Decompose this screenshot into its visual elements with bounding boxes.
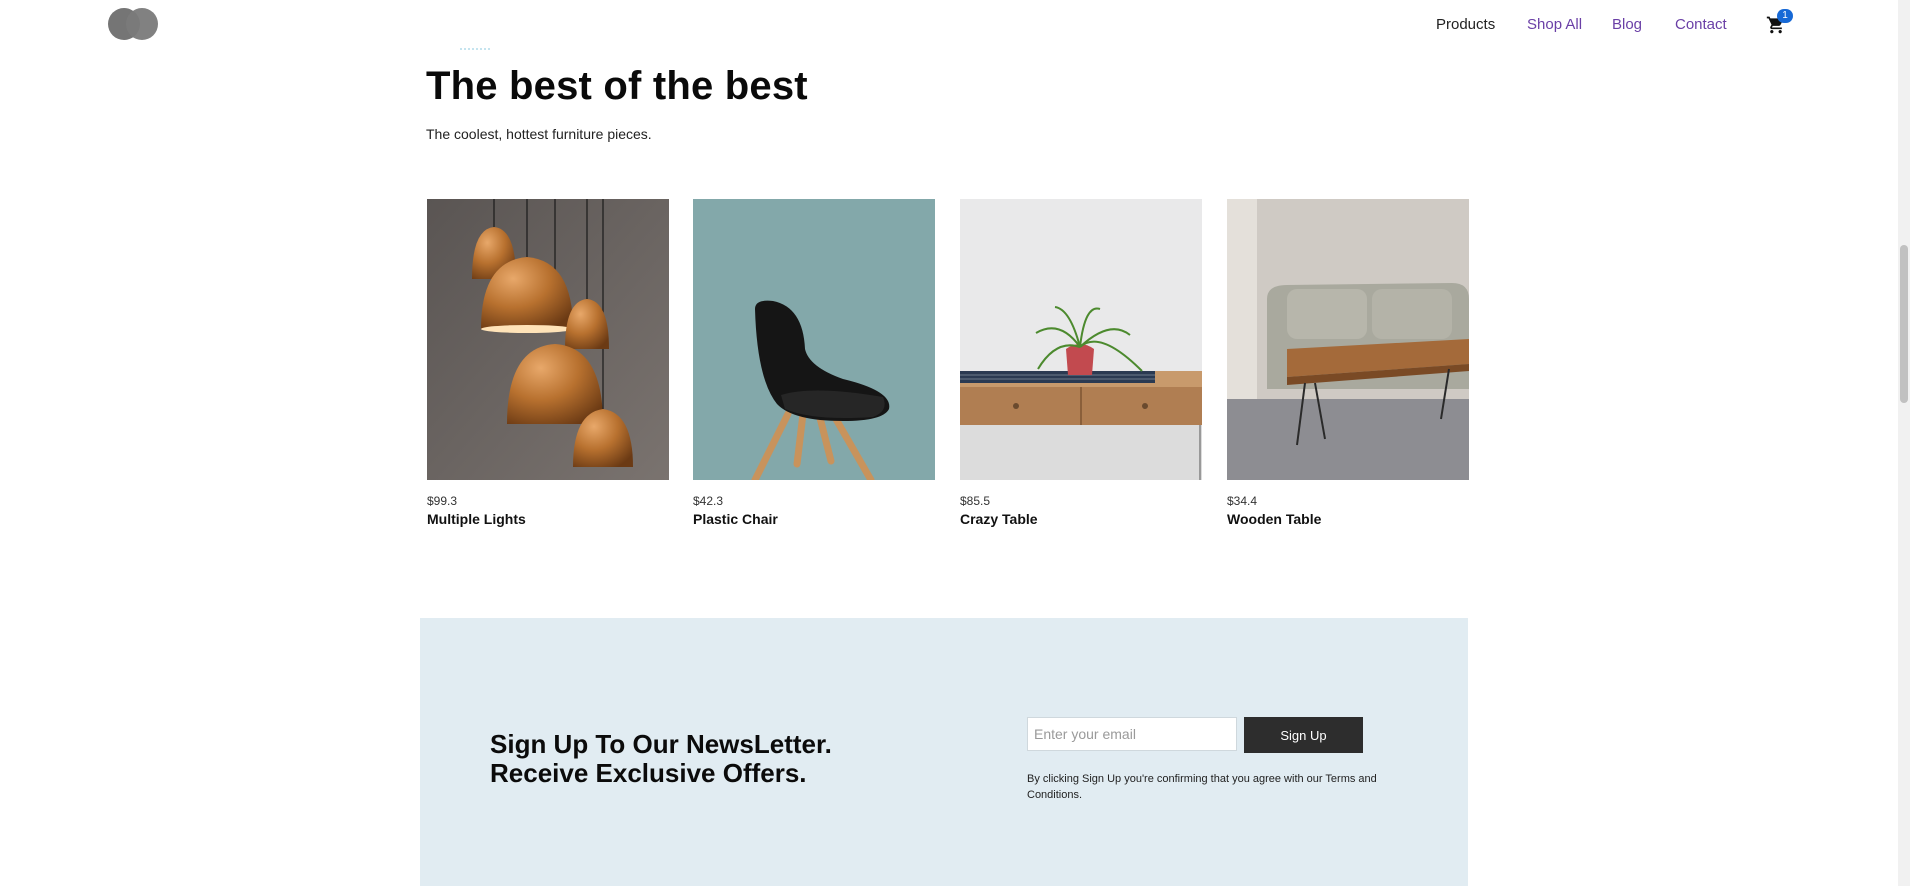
nav-contact[interactable]: Contact <box>1675 16 1727 33</box>
product-image-crazy-table[interactable] <box>960 199 1202 480</box>
product-image-wooden-table[interactable] <box>1227 199 1469 480</box>
newsletter-title-line2: Receive Exclusive Offers. <box>490 758 807 788</box>
logo-circle-right <box>126 8 158 40</box>
product-image-chair[interactable] <box>693 199 935 480</box>
scrollbar-thumb[interactable] <box>1900 245 1908 403</box>
product-name[interactable]: Wooden Table <box>1227 511 1469 527</box>
product-price: $85.5 <box>960 494 991 508</box>
page-scrollbar[interactable] <box>1898 0 1910 886</box>
newsletter-title-line1: Sign Up To Our NewsLetter. <box>490 729 832 759</box>
product-price: $34.4 <box>1227 494 1258 508</box>
product-card[interactable]: $42.3 Plastic Chair <box>693 199 935 527</box>
site-header: Products Shop All Blog Contact 1 <box>0 0 1898 50</box>
nav-shop-all[interactable]: Shop All <box>1527 16 1582 33</box>
sign-up-button[interactable]: Sign Up <box>1244 717 1363 753</box>
email-input[interactable] <box>1027 717 1237 751</box>
product-name[interactable]: Crazy Table <box>960 511 1202 527</box>
product-card[interactable]: $34.4 Wooden Table <box>1227 199 1469 527</box>
product-image-lights[interactable] <box>427 199 669 480</box>
decorative-dots <box>460 44 490 50</box>
product-price: $99.3 <box>427 494 458 508</box>
section-subtitle: The coolest, hottest furniture pieces. <box>426 126 652 142</box>
nav-products[interactable]: Products <box>1436 16 1495 33</box>
brand-logo[interactable] <box>108 8 158 40</box>
nav-blog[interactable]: Blog <box>1612 16 1642 33</box>
product-name[interactable]: Multiple Lights <box>427 511 669 527</box>
newsletter-title: Sign Up To Our NewsLetter. Receive Exclu… <box>490 730 832 788</box>
section-title: The best of the best <box>426 64 808 108</box>
terms-text: By clicking Sign Up you're confirming th… <box>1027 773 1377 801</box>
product-card[interactable]: $85.5 Crazy Table <box>960 199 1202 527</box>
product-price: $42.3 <box>693 494 724 508</box>
newsletter-section: Sign Up To Our NewsLetter. Receive Exclu… <box>420 618 1468 886</box>
product-card[interactable]: $99.3 Multiple Lights <box>427 199 669 527</box>
cart-count-badge: 1 <box>1777 9 1793 23</box>
product-name[interactable]: Plastic Chair <box>693 511 935 527</box>
